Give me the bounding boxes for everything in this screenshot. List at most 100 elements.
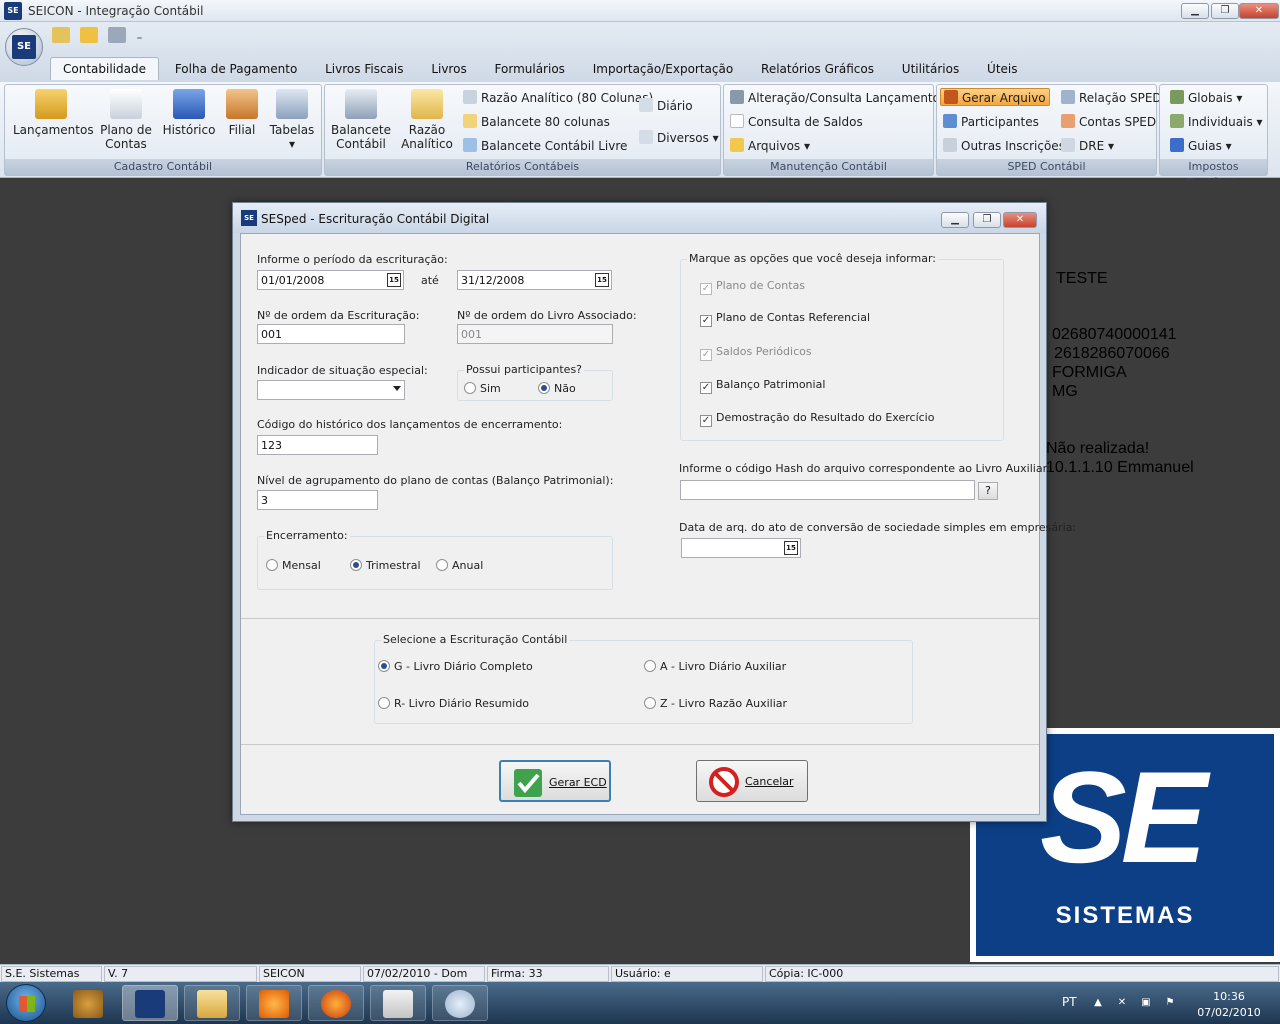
tab-utilitarios[interactable]: Utilitários	[890, 58, 971, 80]
report-icon	[463, 114, 477, 128]
dialog-close-button[interactable]: ✕	[1003, 212, 1037, 228]
helmet-icon	[73, 990, 103, 1018]
tabelas-button[interactable]: Tabelas ▾	[267, 89, 317, 151]
alteracao-consulta-button[interactable]: Alteração/Consulta Lançamentos	[730, 89, 946, 107]
calendar-icon[interactable]: 15	[595, 273, 609, 287]
ordem-escrituracao-input[interactable]: 001	[257, 324, 405, 344]
dialog-maximize-button[interactable]: ❐	[973, 212, 1001, 228]
participantes-button[interactable]: Participantes	[943, 113, 1039, 131]
quick-access-bulb-icon[interactable]	[79, 27, 98, 43]
taskbar-app[interactable]	[370, 985, 426, 1021]
language-indicator[interactable]: PT	[1062, 995, 1077, 1009]
quick-access-users-icon[interactable]	[52, 27, 70, 43]
opcoes-group: Marque as opções que você deseja informa…	[680, 252, 1004, 441]
balancete-contabil-livre-button[interactable]: Balancete Contábil Livre	[463, 137, 627, 155]
balancete-contabil-button[interactable]: Balancete Contábil	[329, 89, 393, 151]
contas-sped-button[interactable]: Contas SPED	[1061, 113, 1156, 131]
filial-button[interactable]: Filial	[223, 89, 261, 137]
quick-access-calc-icon[interactable]	[107, 27, 126, 43]
status-bar: S.E. Sistemas V. 7 SEICON 07/02/2010 - D…	[0, 964, 1280, 982]
tab-contabilidade[interactable]: Contabilidade	[50, 57, 159, 80]
plano-de-contas-button[interactable]: Plano de Contas	[95, 89, 157, 151]
spreadsheet-icon	[1061, 138, 1075, 152]
taskbar-media-player[interactable]	[246, 985, 302, 1021]
clock[interactable]: 10:36 07/02/2010	[1194, 989, 1264, 1021]
close-button[interactable]: ✕	[1239, 3, 1279, 19]
minimize-button[interactable]: ▁	[1181, 3, 1209, 19]
calendar-icon[interactable]: 15	[784, 541, 798, 555]
tab-relatorios-graficos[interactable]: Relatórios Gráficos	[749, 58, 886, 80]
situacao-especial-select[interactable]	[257, 380, 405, 400]
consulta-saldos-button[interactable]: Consulta de Saldos	[730, 113, 863, 131]
tab-livros-fiscais[interactable]: Livros Fiscais	[313, 58, 415, 80]
status-empresa: S.E. Sistemas	[1, 966, 102, 982]
report-icon	[463, 90, 477, 104]
application-menu-button[interactable]: SE	[5, 28, 43, 66]
tab-importacao-exportacao[interactable]: Importação/Exportação	[581, 58, 745, 80]
arquivos-button[interactable]: Arquivos ▾	[730, 137, 810, 155]
show-hidden-icons-icon[interactable]: ▲	[1092, 997, 1104, 1009]
ordem-livro-label: Nº de ordem do Livro Associado:	[457, 309, 637, 322]
encerramento-anual-radio[interactable]: Anual	[436, 559, 483, 573]
escrituracao-a-radio[interactable]: A - Livro Diário Auxiliar	[644, 660, 786, 674]
calendar-icon[interactable]: 15	[387, 273, 401, 287]
tab-folha-pagamento[interactable]: Folha de Pagamento	[163, 58, 309, 80]
taskbar-paint[interactable]	[432, 985, 488, 1021]
participantes-nao-radio[interactable]: Não	[538, 382, 576, 396]
gerar-arquivo-button[interactable]: Gerar Arquivo	[940, 88, 1050, 106]
quick-access-customize-icon[interactable]: ⁼	[135, 32, 143, 48]
gerar-ecd-button[interactable]: Gerar ECD	[499, 760, 611, 802]
escrituracao-r-radio[interactable]: R- Livro Diário Resumido	[378, 697, 529, 711]
outras-inscricoes-button[interactable]: Outras Inscrições	[943, 137, 1065, 155]
plano-referencial-checkbox[interactable]: ✓ Plano de Contas Referencial	[700, 311, 870, 327]
historico-button[interactable]: Histórico	[159, 89, 219, 137]
status-data: 07/02/2010 - Dom	[363, 966, 485, 982]
balancete-80-colunas-button[interactable]: Balancete 80 colunas	[463, 113, 610, 131]
cancelar-button[interactable]: Cancelar	[696, 760, 808, 802]
taskbar-firefox[interactable]	[308, 985, 364, 1021]
dre-button[interactable]: DRE ▾	[1061, 137, 1114, 155]
relacao-sped-button[interactable]: Relação SPED	[1061, 89, 1162, 107]
hash-input[interactable]	[680, 480, 975, 500]
logo-sistemas-text: SISTEMAS	[1055, 902, 1195, 929]
lancamentos-button[interactable]: Lançamentos	[13, 89, 94, 137]
guias-button[interactable]: Guias ▾	[1170, 137, 1232, 155]
tab-livros[interactable]: Livros	[419, 58, 478, 80]
taskbar-seicon[interactable]	[122, 985, 178, 1021]
historico-input[interactable]: 123	[257, 435, 378, 455]
network-icon[interactable]: ▣	[1140, 997, 1152, 1009]
dialog-minimize-button[interactable]: ▁	[941, 212, 969, 228]
taskbar-explorer[interactable]	[184, 985, 240, 1021]
nivel-input[interactable]: 3	[257, 490, 378, 510]
data-fim-input[interactable]: 31/12/2008 15	[457, 270, 612, 290]
tab-formularios[interactable]: Formulários	[483, 58, 577, 80]
saldos-periodicos-checkbox: ✓ Saldos Periódicos	[700, 345, 812, 361]
diversos-button[interactable]: Diversos ▾	[639, 129, 719, 147]
escrituracao-z-radio[interactable]: Z - Livro Razão Auxiliar	[644, 697, 787, 711]
encerramento-trimestral-radio[interactable]: Trimestral	[350, 559, 421, 573]
encerramento-mensal-radio[interactable]: Mensal	[266, 559, 321, 573]
taskbar-helmet-app[interactable]	[60, 985, 114, 1021]
globais-button[interactable]: Globais ▾	[1170, 89, 1242, 107]
razao-80-colunas-button[interactable]: Razão Analítico (80 Colunas)	[463, 89, 653, 107]
diario-button[interactable]: Diário	[639, 97, 693, 115]
maximize-button[interactable]: ❐	[1211, 3, 1239, 19]
action-center-flag-icon[interactable]: ⚑	[1164, 997, 1176, 1009]
data-conversao-input[interactable]: 15	[681, 538, 801, 558]
company-ie: 2618286070066	[1054, 345, 1170, 362]
dre-checkbox[interactable]: ✓ Demostração do Resultado do Exercício	[700, 411, 934, 427]
chevron-down-icon: ▾	[804, 139, 811, 153]
hash-help-button[interactable]: ?	[978, 482, 998, 500]
balanco-patrimonial-checkbox[interactable]: ✓ Balanço Patrimonial	[700, 378, 825, 394]
escrituracao-g-radio[interactable]: G - Livro Diário Completo	[378, 660, 533, 674]
start-button[interactable]	[6, 984, 46, 1022]
participantes-sim-radio[interactable]: Sim	[464, 382, 501, 396]
razao-analitico-button[interactable]: Razão Analítico	[397, 89, 457, 151]
quick-access-toolbar: ⁼	[52, 27, 149, 47]
opcoes-legend: Marque as opções que você deseja informa…	[687, 252, 938, 265]
tab-uteis[interactable]: Úteis	[975, 58, 1029, 80]
data-inicio-input[interactable]: 01/01/2008 15	[257, 270, 404, 290]
volume-icon[interactable]: ✕	[1116, 997, 1128, 1009]
backup-status: Não realizada!	[1046, 440, 1150, 457]
individuais-button[interactable]: Individuais ▾	[1170, 113, 1263, 131]
